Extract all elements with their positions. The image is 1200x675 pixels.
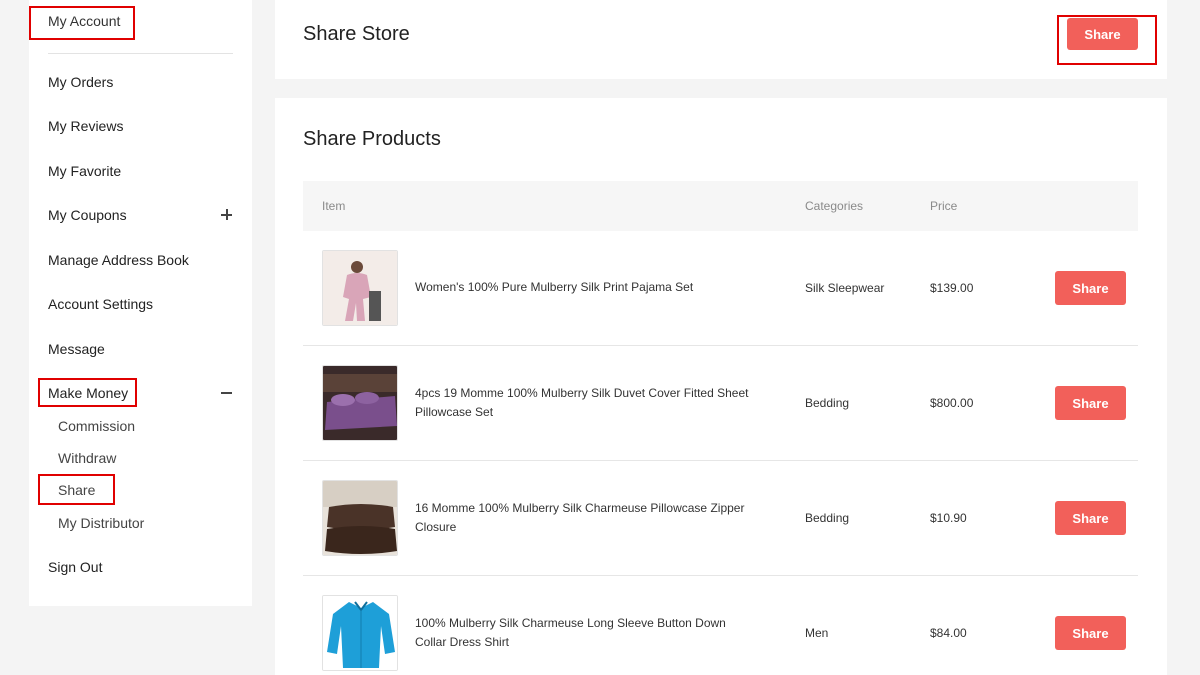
sidebar-item-label: Make Money [48,385,129,401]
product-name[interactable]: 100% Mulberry Silk Charmeuse Long Sleeve… [415,614,760,652]
share-product-button[interactable]: Share [1055,386,1126,420]
pajama-product-image [323,251,397,325]
shirt-product-image [323,596,397,670]
sidebar-item-my-coupons[interactable]: My Coupons [48,205,234,225]
table-row: 16 Momme 100% Mulberry Silk Charmeuse Pi… [303,461,1138,576]
account-sidebar: My Account My Orders My Reviews My Favor… [29,0,252,606]
sidebar-divider [48,53,233,54]
sidebar-item-my-orders[interactable]: My Orders [48,72,234,92]
sidebar-subitem-share[interactable]: Share [58,480,95,500]
product-category: Silk Sleepwear [805,281,885,295]
sidebar-item-label: My Orders [48,74,114,90]
plus-icon[interactable] [220,208,234,222]
sidebar-item-my-reviews[interactable]: My Reviews [48,116,234,136]
product-thumbnail[interactable] [322,595,398,671]
duvet-product-image [323,366,397,440]
sidebar-item-make-money[interactable]: Make Money [48,383,234,403]
product-thumbnail[interactable] [322,365,398,441]
sidebar-item-label: Account Settings [48,296,154,312]
sidebar-item-message[interactable]: Message [48,339,234,359]
sidebar-item-sign-out[interactable]: Sign Out [48,557,234,577]
table-row: 100% Mulberry Silk Charmeuse Long Sleeve… [303,576,1138,675]
column-header-price: Price [930,199,958,213]
pillowcase-product-image [323,481,397,555]
minus-icon[interactable] [220,386,234,400]
product-thumbnail[interactable] [322,480,398,556]
my-account-link[interactable]: My Account [48,13,120,29]
share-product-button[interactable]: Share [1055,616,1126,650]
products-table-header: Item Categories Price [303,181,1138,231]
product-price: $139.00 [930,281,974,295]
sidebar-subitem-withdraw[interactable]: Withdraw [58,448,116,468]
product-thumbnail[interactable] [322,250,398,326]
sidebar-subitem-commission[interactable]: Commission [58,416,135,436]
sidebar-item-label: My Coupons [48,207,127,223]
product-price: $84.00 [930,626,967,640]
sidebar-item-label: My Favorite [48,163,122,179]
column-header-item: Item [322,199,346,213]
product-category: Bedding [805,511,850,525]
sidebar-item-label: My Reviews [48,118,124,134]
table-row: Women's 100% Pure Mulberry Silk Print Pa… [303,231,1138,346]
sidebar-item-label: Sign Out [48,559,103,575]
sidebar-item-my-favorite[interactable]: My Favorite [48,161,234,181]
share-product-button[interactable]: Share [1055,501,1126,535]
share-store-card: Share Store Share [275,0,1167,79]
page: My Account My Orders My Reviews My Favor… [0,0,1200,675]
share-store-title: Share Store [303,23,410,45]
sidebar-item-label: Manage Address Book [48,252,189,268]
product-price: $800.00 [930,396,974,410]
product-name[interactable]: 4pcs 19 Momme 100% Mulberry Silk Duvet C… [415,384,760,422]
share-store-button[interactable]: Share [1067,18,1138,50]
product-name[interactable]: 16 Momme 100% Mulberry Silk Charmeuse Pi… [415,499,760,537]
sidebar-item-manage-address-book[interactable]: Manage Address Book [48,250,234,270]
product-category: Bedding [805,396,850,410]
product-name[interactable]: Women's 100% Pure Mulberry Silk Print Pa… [415,278,760,297]
share-products-card: Share Products Item Categories Price Wom… [275,98,1167,675]
share-product-button[interactable]: Share [1055,271,1126,305]
table-row: 4pcs 19 Momme 100% Mulberry Silk Duvet C… [303,346,1138,461]
sidebar-subitem-my-distributor[interactable]: My Distributor [58,513,144,533]
share-products-title: Share Products [303,128,441,150]
sidebar-item-label: Message [48,341,105,357]
product-category: Men [805,626,829,640]
sidebar-item-account-settings[interactable]: Account Settings [48,294,234,314]
product-price: $10.90 [930,511,967,525]
column-header-categories: Categories [805,199,864,213]
